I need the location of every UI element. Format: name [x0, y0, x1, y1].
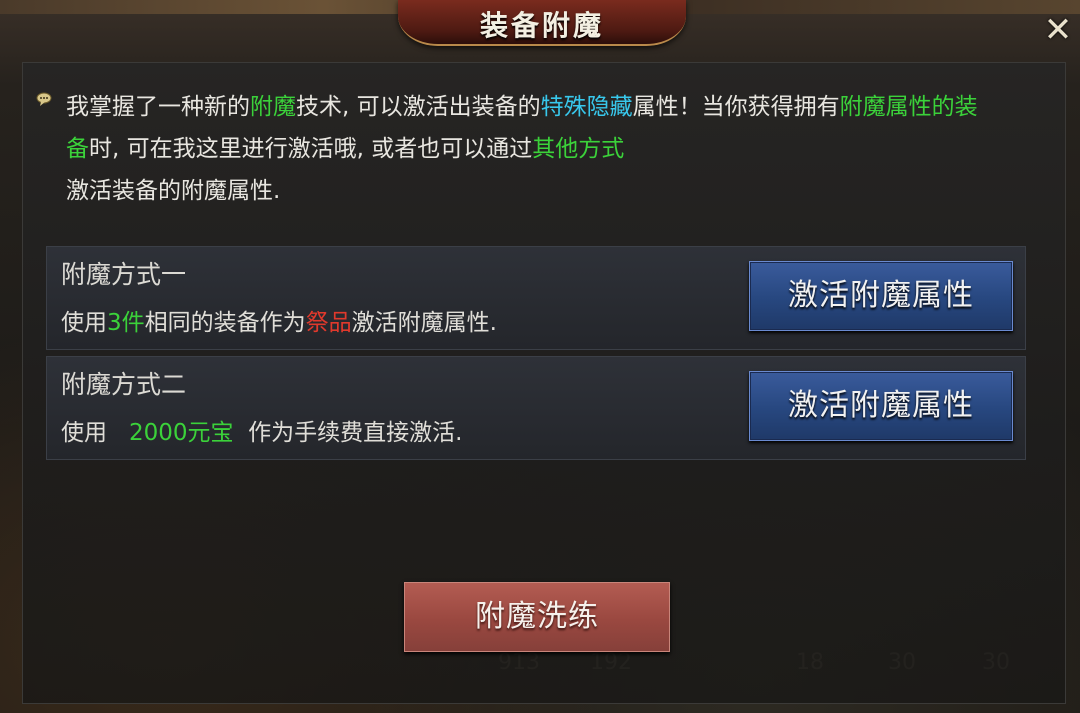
intro-text: 激活装备的附魔属性. — [66, 178, 281, 204]
desc-text: 使用 — [61, 420, 129, 446]
desc-text: 作为手续费直接激活. — [233, 420, 463, 446]
intro-text: 技术, 可以激活出装备的 — [296, 94, 541, 120]
desc-highlight: 祭品 — [305, 310, 352, 336]
enchant-refine-button[interactable]: 附魔洗练 — [404, 582, 670, 652]
intro-text: 属性！当你获得拥有 — [632, 94, 840, 120]
intro-text: 时, 可在我这里进行激活哦, 或者也可以通过 — [89, 136, 533, 162]
desc-text: 使用 — [61, 310, 107, 336]
desc-text: 相同的装备作为 — [144, 310, 306, 336]
npc-intro-text: 我掌握了一种新的附魔技术, 可以激活出装备的特殊隐藏属性！当你获得拥有附魔属性的… — [66, 86, 996, 212]
desc-highlight: 2000元宝 — [128, 420, 234, 446]
desc-highlight: 3件 — [107, 310, 145, 336]
intro-highlight: 其他方式 — [532, 136, 625, 162]
method-description: 使用3件相同的装备作为祭品激活附魔属性. — [61, 303, 497, 337]
activate-enchant-button[interactable]: 激活附魔属性 — [749, 261, 1013, 331]
enchant-method-two: 附魔方式二 使用 2000元宝 作为手续费直接激活. 激活附魔属性 — [46, 356, 1026, 460]
intro-highlight: 特殊隐藏 — [540, 94, 633, 120]
dialog-title: 装备附魔 — [479, 9, 604, 42]
speech-bubble-icon — [36, 92, 52, 106]
close-icon[interactable]: ✕ — [1040, 12, 1076, 48]
enchant-method-one: 附魔方式一 使用3件相同的装备作为祭品激活附魔属性. 激活附魔属性 — [46, 246, 1026, 350]
method-title: 附魔方式二 — [61, 370, 187, 399]
dialog-title-banner: 装备附魔 — [398, 0, 686, 46]
desc-text: 激活附魔属性. — [351, 310, 497, 336]
activate-enchant-button[interactable]: 激活附魔属性 — [749, 371, 1013, 441]
intro-highlight: 附魔 — [250, 94, 296, 120]
method-description: 使用 2000元宝 作为手续费直接激活. — [61, 413, 462, 447]
method-title: 附魔方式一 — [61, 260, 187, 289]
intro-text: 我掌握了一种新的 — [66, 94, 250, 120]
